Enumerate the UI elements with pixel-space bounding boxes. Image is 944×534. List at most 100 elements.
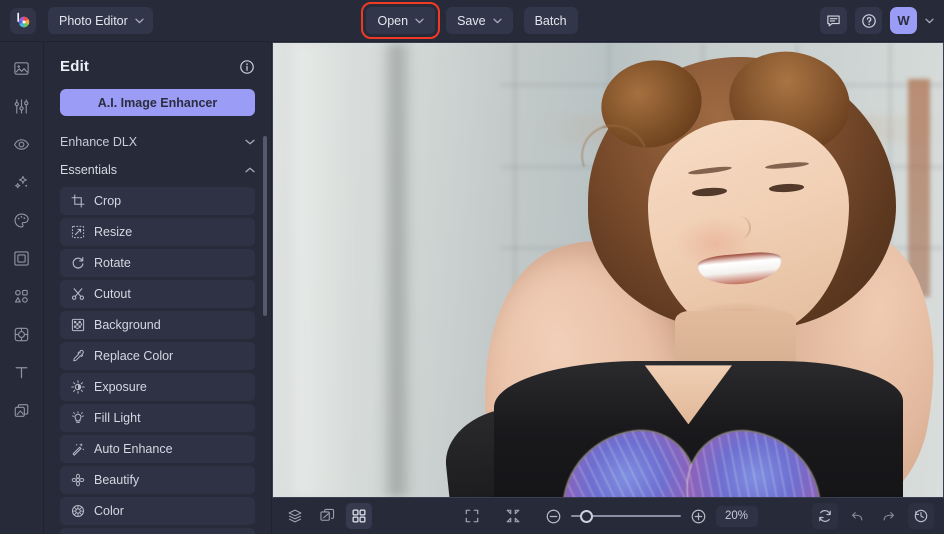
rail-item-frames[interactable] [7,246,37,270]
edited-photo [273,43,943,497]
rail-item-touch-up[interactable] [7,132,37,156]
compare-button[interactable] [314,503,340,529]
list-item-color[interactable]: Color [60,497,255,525]
list-item-rotate[interactable]: Rotate [60,249,255,277]
redo-icon [881,508,897,524]
product-selector[interactable]: Photo Editor [48,7,153,34]
list-item-label: Exposure [94,380,147,394]
help-circle-icon [861,13,877,29]
open-button[interactable]: Open [366,7,435,34]
flower-icon [70,473,85,488]
zoom-in-button[interactable] [690,508,707,525]
crop-icon [70,194,85,209]
chevron-down-icon [415,18,424,24]
panel-scroll-area[interactable]: Enhance DLX Essentials Crop [44,128,271,534]
feedback-button[interactable] [820,7,847,34]
panel-scrollbar-thumb[interactable] [263,136,267,316]
list-item-label: Crop [94,194,121,208]
undo-icon [849,508,865,524]
zoom-out-button[interactable] [545,508,562,525]
zoom-level-value[interactable]: 20% [716,506,758,527]
section-label: Essentials [60,163,117,177]
list-item-label: Fill Light [94,411,141,425]
expand-icon [464,508,480,524]
batch-button[interactable]: Batch [524,7,578,34]
list-item-label: Replace Color [94,349,173,363]
layers-stack-icon [287,508,303,524]
list-item-fill-light[interactable]: Fill Light [60,404,255,432]
eyedropper-icon [70,349,85,364]
list-item-label: Cutout [94,287,131,301]
list-item-label: Auto Enhance [94,442,173,456]
ai-image-enhancer-button[interactable]: A.I. Image Enhancer [60,89,255,116]
befunky-logo-icon [15,12,32,29]
zoom-slider[interactable] [571,509,681,523]
rail-item-overlays[interactable] [7,322,37,346]
rotate-icon [70,256,85,271]
list-item-replace-color[interactable]: Replace Color [60,342,255,370]
rail-item-image[interactable] [7,56,37,80]
list-item-beautify[interactable]: Beautify [60,466,255,494]
history-icon [913,508,929,524]
list-item-label: Background [94,318,161,332]
actual-size-button[interactable] [500,503,526,529]
avatar[interactable]: W [890,7,917,34]
undo-button[interactable] [844,503,870,529]
save-button[interactable]: Save [446,7,513,34]
chevron-up-icon [245,167,255,173]
list-item-resize[interactable]: Resize [60,218,255,246]
account-actions-group: W [820,7,934,34]
chat-icon [826,13,841,28]
page-title: Edit [60,58,89,75]
layers-button[interactable] [282,503,308,529]
account-chevron-down-icon[interactable] [925,18,934,24]
batch-label: Batch [535,14,567,28]
open-label: Open [377,14,408,28]
photo-editor-app: Photo Editor Open Save Batch [0,0,944,534]
grid-view-button[interactable] [346,503,372,529]
image-stage[interactable] [272,42,944,498]
editor-body: Edit A.I. Image Enhancer Enhance DLX Ess… [0,42,944,534]
grid-icon [351,508,367,524]
app-logo-button[interactable] [10,8,36,34]
checker-icon [70,318,85,333]
list-item-sharpen[interactable]: Sharpen [60,528,255,534]
list-item-crop[interactable]: Crop [60,187,255,215]
list-item-cutout[interactable]: Cutout [60,280,255,308]
product-label: Photo Editor [59,14,128,28]
redo-button[interactable] [876,503,902,529]
bottom-toolbar: 20% [272,498,944,534]
brightness-icon [70,380,85,395]
rail-item-artsy[interactable] [7,208,37,232]
chevron-down-icon [135,18,144,24]
list-item-auto-enhance[interactable]: Auto Enhance [60,435,255,463]
reset-icon [817,508,833,524]
essentials-list: Crop Resize Rotate Cutout [60,187,255,534]
section-enhance-dlx[interactable]: Enhance DLX [60,128,255,156]
avatar-initial: W [897,13,909,28]
zoom-slider-thumb[interactable] [580,510,593,523]
tool-rail [0,42,44,534]
info-circle-icon[interactable] [239,59,255,75]
history-button[interactable] [908,503,934,529]
chevron-down-icon [493,18,502,24]
chevron-down-icon [245,139,255,145]
rail-item-edit[interactable] [7,94,37,118]
fit-to-screen-button[interactable] [459,503,485,529]
list-item-label: Color [94,504,124,518]
list-item-label: Resize [94,225,132,239]
help-button[interactable] [855,7,882,34]
section-essentials[interactable]: Essentials [60,156,255,184]
wand-icon [70,442,85,457]
compare-icon [319,508,335,524]
rail-item-graphics[interactable] [7,284,37,308]
list-item-background[interactable]: Background [60,311,255,339]
color-wheel-icon [70,504,85,519]
rail-item-text[interactable] [7,360,37,384]
reset-button[interactable] [812,503,838,529]
rail-item-layers[interactable] [7,398,37,422]
rail-item-effects[interactable] [7,170,37,194]
collapse-icon [505,508,521,524]
list-item-exposure[interactable]: Exposure [60,373,255,401]
edit-panel: Edit A.I. Image Enhancer Enhance DLX Ess… [44,42,272,534]
